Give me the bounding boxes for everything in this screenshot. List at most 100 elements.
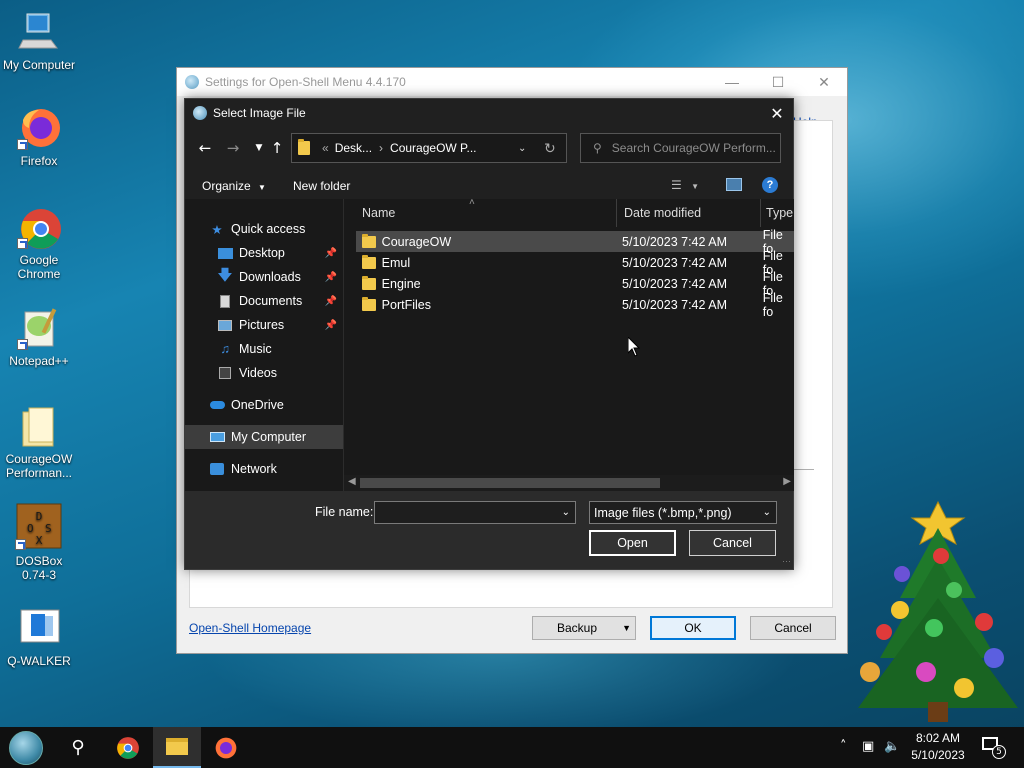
settings-titlebar: Settings for Open-Shell Menu 4.4.170 — ☐… <box>177 68 847 96</box>
ok-button[interactable]: OK <box>650 616 736 640</box>
breadcrumb-courageow[interactable]: CourageOW P... <box>390 141 476 155</box>
filename-input[interactable]: ⌄ <box>374 501 576 524</box>
organize-menu[interactable]: Organize ▼ <box>202 179 266 193</box>
minimize-button[interactable]: — <box>709 68 755 96</box>
network-icon[interactable]: ▣ <box>862 739 874 754</box>
volume-icon[interactable]: 🔈 <box>884 739 900 754</box>
scroll-right-icon[interactable]: ▶ <box>783 476 791 487</box>
svg-text:O: O <box>27 522 34 535</box>
pin-icon: 📌 <box>324 247 337 259</box>
help-icon[interactable]: ? <box>762 177 778 193</box>
refresh-icon[interactable]: ↻ <box>544 140 556 157</box>
file-date: 5/10/2023 7:42 AM <box>622 297 727 312</box>
desktop-icon-notepadpp[interactable]: Notepad++ <box>0 306 78 368</box>
file-row[interactable]: Engine 5/10/2023 7:42 AM File fo <box>356 270 794 298</box>
address-overflow[interactable]: « <box>322 141 329 155</box>
horizontal-scrollbar[interactable]: ◀ ▶ <box>344 475 794 491</box>
pin-icon: 📌 <box>324 271 337 283</box>
file-name: CourageOW <box>381 234 452 249</box>
dialog-close-button[interactable]: ✕ <box>761 99 793 127</box>
nav-item-downloads[interactable]: 🡇 Downloads 📌 <box>185 265 343 289</box>
breadcrumb-desktop[interactable]: Desk... <box>335 141 372 155</box>
q-walker-icon <box>17 606 61 650</box>
nav-item-my-computer[interactable]: My Computer <box>185 425 343 449</box>
svg-text:D: D <box>36 510 43 523</box>
open-button[interactable]: Open <box>589 530 676 556</box>
taskbar-chrome[interactable] <box>104 727 152 768</box>
new-folder-button[interactable]: New folder <box>293 179 350 193</box>
folder-icon <box>362 254 376 269</box>
backup-button[interactable]: Backup ▼ <box>532 616 636 640</box>
pin-icon: 📌 <box>324 319 337 331</box>
folder-icon <box>362 275 376 290</box>
dialog-cancel-button[interactable]: Cancel <box>689 530 776 556</box>
command-bar: Organize ▼ New folder ☰ ▼ ? <box>185 175 793 199</box>
resize-grip-icon[interactable]: ⋯ <box>782 556 791 567</box>
nav-item-music[interactable]: ♫ Music <box>185 337 343 361</box>
nav-item-desktop[interactable]: Desktop 📌 <box>185 241 343 265</box>
address-bar[interactable]: « Desk... › CourageOW P... ⌄ ↻ <box>291 133 567 163</box>
dialog-footer: File name: ⌄ Image files (*.bmp,*.png) ⌄… <box>185 491 793 569</box>
taskbar-file-explorer[interactable] <box>153 727 201 768</box>
nav-item-pictures[interactable]: Pictures 📌 <box>185 313 343 337</box>
nav-item-onedrive[interactable]: OneDrive <box>185 393 343 417</box>
network-icon <box>209 461 225 477</box>
cancel-button[interactable]: Cancel <box>750 616 836 640</box>
notification-center-button[interactable]: 5 <box>982 737 1006 759</box>
column-header-name[interactable]: Name <box>344 199 395 227</box>
desktop-icon-dosbox[interactable]: DOSX DOSBox 0.74-3 <box>0 502 78 582</box>
nav-item-label: Quick access <box>231 222 306 236</box>
start-button[interactable] <box>2 727 50 768</box>
recent-locations-button[interactable]: ▼ <box>249 138 269 158</box>
desktop-icon-label: My Computer <box>2 58 76 72</box>
column-header-date[interactable]: Date modified <box>606 199 701 227</box>
view-options-icon[interactable]: ☰ ▼ <box>671 178 699 192</box>
desktop-icon-courageow[interactable]: CourageOW Performan... <box>0 404 78 480</box>
nav-item-documents[interactable]: Documents 📌 <box>185 289 343 313</box>
chevron-up-icon[interactable]: ˄ <box>840 739 847 754</box>
nav-item-label: My Computer <box>231 430 307 444</box>
desktop-icon-firefox[interactable]: Firefox <box>0 106 78 168</box>
homepage-link[interactable]: Open-Shell Homepage <box>189 621 311 635</box>
nav-item-label: Network <box>231 462 277 476</box>
file-row[interactable]: CourageOW 5/10/2023 7:42 AM File fo <box>356 228 794 256</box>
close-button[interactable]: ✕ <box>801 68 847 96</box>
file-name: PortFiles <box>381 297 431 312</box>
desktop-icon-label: CourageOW Performan... <box>5 452 73 480</box>
computer-icon <box>209 429 225 445</box>
desktop-icon-my-computer[interactable]: My Computer <box>0 10 78 72</box>
file-row[interactable]: PortFiles 5/10/2023 7:42 AM File fo <box>356 291 794 319</box>
search-input[interactable]: ⚲ Search CourageOW Perform... <box>580 133 781 163</box>
open-shell-icon <box>185 75 199 89</box>
clock-date: 5/10/2023 <box>911 748 965 762</box>
address-dropdown-icon[interactable]: ⌄ <box>518 143 526 154</box>
clock[interactable]: 8:02 AM 5/10/2023 <box>906 730 970 764</box>
nav-item-videos[interactable]: Videos <box>185 361 343 385</box>
nav-item-label: Desktop <box>239 246 285 260</box>
chevron-down-icon[interactable]: ⌄ <box>763 507 771 518</box>
maximize-button[interactable]: ☐ <box>755 68 801 96</box>
cloud-icon <box>209 397 225 413</box>
chevron-down-icon[interactable]: ⌄ <box>562 507 570 518</box>
dropdown-arrow-icon: ▼ <box>258 183 266 192</box>
nav-item-quick-access[interactable]: ★ Quick access <box>185 217 343 241</box>
file-name: Engine <box>381 276 421 291</box>
desktop-icon-chrome[interactable]: Google Chrome <box>0 205 78 281</box>
column-header-type[interactable]: Type <box>748 199 793 227</box>
scroll-left-icon[interactable]: ◀ <box>348 476 356 487</box>
nav-item-network[interactable]: Network <box>185 457 343 481</box>
desktop-icon-q-walker[interactable]: Q-WALKER <box>0 606 78 668</box>
file-date: 5/10/2023 7:42 AM <box>622 234 727 249</box>
forward-button[interactable]: → <box>223 138 243 158</box>
back-button[interactable]: ← <box>195 138 215 158</box>
scrollbar-thumb[interactable] <box>360 478 660 488</box>
file-row[interactable]: Emul 5/10/2023 7:42 AM File fo <box>356 249 794 277</box>
search-icon[interactable]: ⚲ <box>54 727 102 768</box>
preview-pane-icon[interactable] <box>726 178 742 191</box>
up-button[interactable]: ↑ <box>267 138 287 158</box>
folder-icon <box>166 738 188 755</box>
file-type-filter[interactable]: Image files (*.bmp,*.png) ⌄ <box>589 501 777 524</box>
file-date: 5/10/2023 7:42 AM <box>622 276 727 291</box>
search-placeholder: Search CourageOW Perform... <box>611 141 776 155</box>
taskbar-firefox[interactable] <box>202 727 250 768</box>
